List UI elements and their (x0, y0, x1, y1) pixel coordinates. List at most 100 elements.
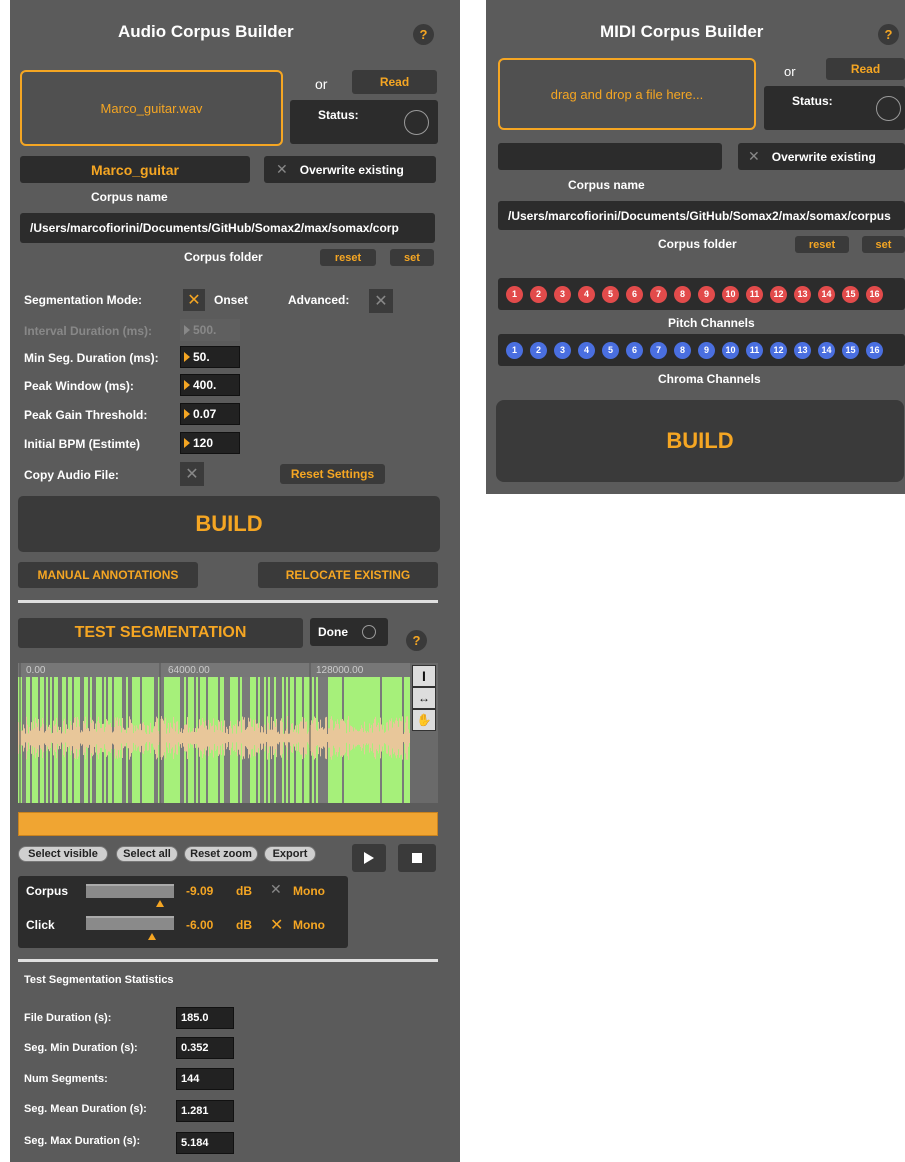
mixer-click-slider[interactable] (86, 916, 174, 930)
pitch-channel-7[interactable]: 7 (650, 285, 667, 303)
audio-overwrite-label: Overwrite existing (299, 162, 404, 177)
audio-help-icon[interactable]: ? (413, 24, 434, 45)
mixer-corpus-mono-x-icon[interactable]: ✕ (270, 881, 282, 898)
export-button[interactable]: Export (264, 846, 316, 862)
test-help-icon[interactable]: ? (406, 630, 427, 651)
chroma-channel-15[interactable]: 15 (842, 341, 859, 359)
audio-drop-filename: Marco_guitar.wav (100, 100, 203, 116)
pitch-channel-1[interactable]: 1 (506, 285, 523, 303)
waveform-sample (228, 733, 229, 743)
waveform-sample (230, 720, 231, 756)
mixer-click-thumb-icon[interactable] (148, 933, 156, 940)
audio-folder-path-field[interactable]: /Users/marcofiorini/Documents/GitHub/Som… (20, 213, 435, 243)
midi-corpus-name-field[interactable] (498, 143, 722, 170)
waveform-sample (33, 720, 34, 756)
pitch-channel-6[interactable]: 6 (626, 285, 643, 303)
chroma-channel-4[interactable]: 4 (578, 341, 595, 359)
advanced-checkbox[interactable]: ✕ (369, 289, 393, 313)
chroma-channel-11[interactable]: 11 (746, 341, 763, 359)
stop-button[interactable] (398, 844, 436, 872)
pitch-channel-12[interactable]: 12 (770, 285, 787, 303)
midi-build-button[interactable]: BUILD (496, 400, 904, 482)
midi-help-icon[interactable]: ? (878, 24, 899, 45)
midi-folder-reset-button[interactable]: reset (795, 236, 849, 253)
chroma-channel-5[interactable]: 5 (602, 341, 619, 359)
param-box-peak-window[interactable]: 400. (180, 374, 240, 396)
chroma-channel-13[interactable]: 13 (794, 341, 811, 359)
waveform-sample (64, 718, 65, 758)
pitch-channel-9[interactable]: 9 (698, 285, 715, 303)
pitch-channel-15[interactable]: 15 (842, 285, 859, 303)
chroma-channel-10[interactable]: 10 (722, 341, 739, 359)
mixer-click-mono-x-icon[interactable]: ✕ (270, 915, 283, 935)
pitch-channel-14[interactable]: 14 (818, 285, 835, 303)
audio-read-button[interactable]: Read (352, 70, 437, 94)
midi-folder-set-button[interactable]: set (862, 236, 905, 253)
select-visible-button[interactable]: Select visible (18, 846, 108, 862)
pitch-channel-2[interactable]: 2 (530, 285, 547, 303)
hand-tool-icon[interactable]: ✋ (412, 709, 436, 731)
relocate-existing-button[interactable]: RELOCATE EXISTING (258, 562, 438, 588)
copy-audio-checkbox[interactable]: ✕ (180, 462, 204, 486)
pitch-channel-3[interactable]: 3 (554, 285, 571, 303)
mixer-corpus-slider[interactable] (86, 884, 174, 898)
waveform-sample (102, 723, 103, 753)
waveform-sample (117, 717, 118, 759)
move-tool-icon[interactable]: ↔ (412, 687, 436, 709)
chroma-channel-14[interactable]: 14 (818, 341, 835, 359)
manual-annotations-button[interactable]: MANUAL ANNOTATIONS (18, 562, 198, 588)
param-box-min-seg[interactable]: 50. (180, 346, 240, 368)
chroma-channel-12[interactable]: 12 (770, 341, 787, 359)
waveform-sample (330, 719, 331, 757)
waveform-sample (386, 722, 387, 754)
pitch-channel-8[interactable]: 8 (674, 285, 691, 303)
chroma-channel-9[interactable]: 9 (698, 341, 715, 359)
select-tool-icon[interactable]: I (412, 665, 436, 687)
audio-build-button[interactable]: BUILD (18, 496, 440, 552)
reset-settings-button[interactable]: Reset Settings (280, 464, 385, 484)
play-button[interactable] (352, 844, 386, 872)
midi-drop-area[interactable]: drag and drop a file here... (498, 58, 756, 130)
midi-folder-path-field[interactable]: /Users/marcofiorini/Documents/GitHub/Som… (498, 201, 905, 230)
waveform-sample (196, 732, 197, 744)
param-box-bpm[interactable]: 120 (180, 432, 240, 454)
mixer-click-mono-label: Mono (293, 918, 325, 932)
midi-overwrite-toggle[interactable]: ✕ Overwrite existing (738, 143, 905, 170)
midi-read-button[interactable]: Read (826, 58, 905, 80)
pitch-channel-10[interactable]: 10 (722, 285, 739, 303)
mixer-corpus-thumb-icon[interactable] (156, 900, 164, 907)
mixer-corpus-value: -9.09 (186, 884, 214, 898)
waveform-sample (231, 728, 232, 748)
chroma-channel-7[interactable]: 7 (650, 341, 667, 359)
chroma-channel-6[interactable]: 6 (626, 341, 643, 359)
pitch-channel-5[interactable]: 5 (602, 285, 619, 303)
pitch-channel-4[interactable]: 4 (578, 285, 595, 303)
waveform-sample (288, 733, 289, 743)
midi-title: MIDI Corpus Builder (600, 22, 764, 41)
waveform-scrollbar[interactable] (18, 812, 438, 836)
chroma-channel-3[interactable]: 3 (554, 341, 571, 359)
test-segmentation-button[interactable]: TEST SEGMENTATION (18, 618, 303, 648)
param-value-peak-window: 400. (193, 378, 217, 392)
audio-folder-reset-button[interactable]: reset (320, 249, 376, 266)
audio-drop-area[interactable]: Marco_guitar.wav (20, 70, 283, 146)
mixer-click-name: Click (26, 918, 55, 932)
pitch-channel-16[interactable]: 16 (866, 285, 883, 303)
pitch-channel-13[interactable]: 13 (794, 285, 811, 303)
chroma-channel-1[interactable]: 1 (506, 341, 523, 359)
waveform-sample (399, 718, 400, 758)
advanced-label: Advanced: (288, 293, 350, 307)
chroma-channel-16[interactable]: 16 (866, 341, 883, 359)
param-box-interval[interactable]: 500. (180, 319, 240, 341)
reset-zoom-button[interactable]: Reset zoom (184, 846, 258, 862)
audio-overwrite-toggle[interactable]: ✕ Overwrite existing (264, 156, 436, 183)
chroma-channel-8[interactable]: 8 (674, 341, 691, 359)
chroma-channel-2[interactable]: 2 (530, 341, 547, 359)
param-box-peak-gain[interactable]: 0.07 (180, 403, 240, 425)
select-all-button[interactable]: Select all (116, 846, 178, 862)
audio-corpus-name-field[interactable]: Marco_guitar (20, 156, 250, 183)
waveform-view[interactable]: 0.00 64000.00 128000.00 I ↔ ✋ (18, 663, 438, 803)
pitch-channel-11[interactable]: 11 (746, 285, 763, 303)
audio-folder-set-button[interactable]: set (390, 249, 434, 266)
segmentation-mode-checkbox[interactable]: ✕ (183, 289, 205, 311)
